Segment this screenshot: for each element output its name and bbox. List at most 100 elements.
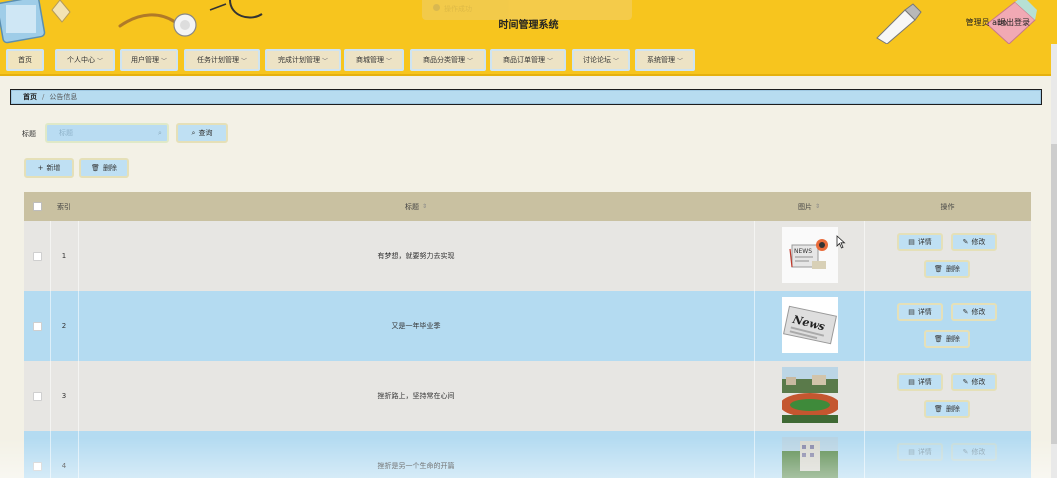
- detail-button[interactable]: ▤ 详情: [897, 233, 943, 251]
- nav-item-completed-plan-management[interactable]: 完成计划管理 ﹀: [265, 49, 341, 71]
- column-divider: [754, 431, 755, 478]
- breadcrumb-home[interactable]: 首页: [23, 92, 37, 102]
- chevron-down-icon: ﹀: [612, 57, 619, 65]
- nav-item-label: 商品订单管理: [502, 56, 545, 64]
- nav-item-home[interactable]: 首页: [6, 49, 44, 71]
- svg-text:NEWS: NEWS: [794, 248, 812, 255]
- column-divider: [864, 361, 865, 431]
- index-header: 索引: [57, 202, 71, 211]
- table-row: 3 挫折路上，坚持常在心间 ▤ 详情 ✎ 修改 🗑 删除: [24, 361, 1031, 431]
- detail-label: 详情: [917, 238, 932, 246]
- table-row: 1 有梦想，就要努力去实现 NEWS ▤ 详情 ✎ 修改 🗑 删除: [24, 221, 1031, 291]
- nav-item-label: 任务计划管理: [196, 56, 239, 64]
- nav-item-forum[interactable]: 讨论论坛 ﹀: [572, 49, 630, 71]
- campus-track-image: [782, 367, 838, 423]
- newspaper-image: News: [782, 297, 838, 353]
- plus-icon: +: [37, 164, 44, 172]
- delete-button-label: 删除: [102, 164, 117, 172]
- edit-label: 修改: [971, 448, 986, 456]
- nav-item-mall-management[interactable]: 商城管理 ﹀: [344, 49, 404, 71]
- scrollbar-thumb[interactable]: [1051, 144, 1057, 444]
- search-label: 标题: [22, 130, 36, 138]
- query-button[interactable]: ⌕ 查询: [176, 123, 228, 143]
- campus-building-image: [782, 437, 838, 478]
- batch-delete-button[interactable]: 🗑 删除: [79, 158, 129, 178]
- edit-button[interactable]: ✎ 修改: [951, 443, 997, 461]
- chevron-down-icon: ﹀: [240, 57, 247, 65]
- image-header-label: 图片: [797, 202, 812, 211]
- detail-label: 详情: [917, 308, 932, 316]
- document-icon: ▤: [908, 448, 915, 456]
- select-all-checkbox[interactable]: [32, 202, 42, 211]
- edit-button[interactable]: ✎ 修改: [951, 233, 997, 251]
- pencil-icon: ✎: [962, 448, 969, 456]
- trash-icon: 🗑: [934, 405, 943, 413]
- row-delete-button[interactable]: 🗑 删除: [924, 260, 970, 278]
- row-checkbox-cell: [24, 291, 50, 361]
- logout-link[interactable]: 退出登录: [998, 17, 1030, 28]
- sort-icon: ⇕: [814, 203, 821, 210]
- row-title: 又是一年毕业季: [391, 322, 441, 330]
- column-divider: [754, 291, 755, 361]
- edit-button[interactable]: ✎ 修改: [951, 303, 997, 321]
- breadcrumb-separator: /: [42, 93, 45, 101]
- nav-item-user-management[interactable]: 用户管理 ﹀: [120, 49, 178, 71]
- pencil-icon: ✎: [962, 238, 969, 246]
- edit-label: 修改: [971, 238, 986, 246]
- pencil-icon: ✎: [962, 308, 969, 316]
- row-checkbox[interactable]: [32, 251, 42, 261]
- row-title: 有梦想，就要努力去实现: [377, 252, 455, 260]
- row-checkbox[interactable]: [32, 391, 42, 401]
- row-checkbox[interactable]: [32, 321, 42, 331]
- title-header[interactable]: 标题 ⇕: [78, 192, 754, 221]
- row-index: 4: [61, 462, 67, 470]
- row-index: 1: [61, 252, 67, 260]
- row-checkbox[interactable]: [32, 461, 42, 471]
- trash-icon: 🗑: [934, 265, 943, 273]
- nav-item-label: 完成计划管理: [277, 56, 320, 64]
- chevron-down-icon: ﹀: [321, 57, 328, 65]
- column-divider: [864, 431, 865, 478]
- chevron-down-icon: ﹀: [676, 57, 683, 65]
- column-divider: [864, 291, 865, 361]
- nav-item-product-order-management[interactable]: 商品订单管理 ﹀: [490, 49, 566, 71]
- row-title: 挫折路上，坚持常在心间: [377, 392, 455, 400]
- news-collage-image: NEWS: [782, 227, 838, 283]
- column-divider: [864, 221, 865, 291]
- row-delete-button[interactable]: 🗑 删除: [924, 330, 970, 348]
- nav-item-task-plan-management[interactable]: 任务计划管理 ﹀: [184, 49, 260, 71]
- nav-item-personal-center[interactable]: 个人中心 ﹀: [55, 49, 115, 71]
- chevron-down-icon: ﹀: [546, 57, 553, 65]
- column-divider: [754, 361, 755, 431]
- breadcrumb: 首页 / 公告信息: [10, 89, 1042, 105]
- image-header[interactable]: 图片 ⇕: [754, 192, 864, 221]
- nav-item-system-management[interactable]: 系统管理 ﹀: [635, 49, 695, 71]
- chevron-down-icon: ﹀: [466, 57, 473, 65]
- detail-button[interactable]: ▤ 详情: [897, 303, 943, 321]
- table-row: 2 又是一年毕业季 News ▤ 详情 ✎ 修改 🗑 删除: [24, 291, 1031, 361]
- pencil-icon: ✎: [962, 378, 969, 386]
- row-index: 2: [61, 322, 67, 330]
- ops-header: 操作: [940, 202, 955, 211]
- row-delete-button[interactable]: 🗑 删除: [924, 400, 970, 418]
- row-checkbox-cell: [24, 361, 50, 431]
- detail-button[interactable]: ▤ 详情: [897, 443, 943, 461]
- search-input[interactable]: [45, 123, 169, 143]
- add-button-label: 新增: [46, 164, 61, 172]
- document-icon: ▤: [908, 308, 915, 316]
- edit-button[interactable]: ✎ 修改: [951, 373, 997, 391]
- trash-icon: 🗑: [934, 335, 943, 343]
- query-button-label: 查询: [198, 129, 213, 137]
- nav-item-label: 商品分类管理: [422, 56, 465, 64]
- detail-button[interactable]: ▤ 详情: [897, 373, 943, 391]
- document-icon: ▤: [908, 238, 915, 246]
- add-button[interactable]: + 新增: [24, 158, 74, 178]
- nav-item-product-category-management[interactable]: 商品分类管理 ﹀: [410, 49, 486, 71]
- title-header-label: 标题: [404, 202, 419, 211]
- breadcrumb-current: 公告信息: [49, 93, 78, 101]
- nav-item-label: 首页: [18, 56, 32, 64]
- edit-label: 修改: [971, 308, 986, 316]
- mouse-cursor-icon: [836, 235, 846, 249]
- app-header: 操作成功 时间管理系统 管理员 abo 退出登录: [0, 0, 1057, 44]
- page-scrollbar[interactable]: [1051, 44, 1057, 478]
